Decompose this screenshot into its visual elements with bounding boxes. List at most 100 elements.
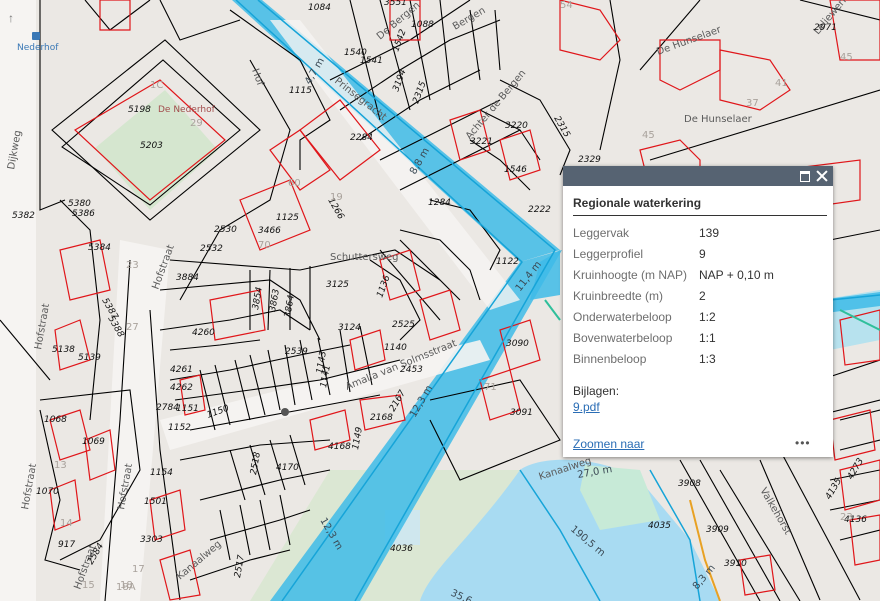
parcel-number: 3303 (140, 535, 163, 545)
parcel-number: 1069 (82, 437, 105, 447)
attribute-label: Leggervak (573, 225, 630, 240)
parcel-number: 4262 (170, 383, 193, 393)
house-number: 27 (126, 322, 139, 333)
place-label-nederhof: Nederhof (17, 43, 59, 53)
parcel-number: 2539 (285, 347, 308, 357)
parcel-number: 5386 (72, 209, 95, 219)
attribute-row: Leggerprofiel 9 (573, 243, 774, 264)
parcel-number: 2222 (528, 205, 551, 215)
house-number: 18A (116, 582, 136, 593)
attribute-value: 2 (699, 288, 706, 303)
more-options-icon[interactable]: ••• (795, 437, 813, 449)
attribute-label: Kruinbreedte (m) (573, 288, 664, 303)
parcel-number: 2284 (350, 133, 373, 143)
parcel-number: 3220 (505, 121, 528, 131)
attribute-label: Binnenbeloop (573, 351, 647, 366)
house-number: 1C (150, 80, 163, 91)
attribute-table: Leggervak 139 Leggerprofiel 9 Kruinhoogte (m… (573, 222, 774, 369)
house-number: 23 (840, 512, 853, 523)
attribute-row: Onderwaterbeloop 1:2 (573, 306, 774, 327)
house-number: 17 (132, 564, 145, 575)
svg-text:Schuttersweg: Schuttersweg (330, 252, 399, 263)
svg-text:De Hunselaer: De Hunselaer (684, 114, 753, 125)
parcel-number: 3910 (724, 559, 747, 569)
parcel-number: 2971 (814, 23, 837, 33)
parcel-number: 3551 (384, 0, 407, 8)
parcel-number: 5380 (68, 199, 91, 209)
parcel-number: 1122 (496, 257, 519, 267)
parcel-number: 4036 (390, 544, 413, 554)
nederhof-marker-icon[interactable] (32, 32, 40, 40)
attribute-label: Leggerprofiel (573, 246, 644, 261)
parcel-number: 2530 (214, 225, 237, 235)
parcel-number: 5203 (140, 141, 163, 151)
house-number: 60 (288, 178, 301, 189)
parcel-number: 3884 (176, 273, 199, 283)
parcel-number: 1152 (168, 423, 191, 433)
parcel-number: 1070 (36, 487, 59, 497)
attribute-row: Kruinbreedte (m) 2 (573, 285, 774, 306)
house-number: 13 (54, 460, 67, 471)
house-number: 37 (746, 98, 759, 109)
house-number: 54 (560, 0, 573, 11)
attribute-row: Bovenwaterbeloop 1:1 (573, 327, 774, 348)
attachment-link[interactable]: 9.pdf (573, 400, 600, 414)
parcel-number: 4261 (170, 365, 193, 375)
parcel-number: 4170 (276, 463, 299, 473)
parcel-number: 3125 (326, 280, 349, 290)
parcel-number: 3221 (470, 137, 493, 147)
house-number: 29 (190, 118, 203, 129)
house-number: 15 (82, 580, 95, 591)
attribute-value: NAP + 0,10 m (699, 267, 774, 282)
attribute-value: 9 (699, 246, 706, 261)
attribute-value: 139 (699, 225, 720, 240)
parcel-number: 5384 (88, 243, 111, 253)
parcel-number: 1151 (176, 404, 199, 414)
location-dot-icon (281, 408, 289, 416)
parcel-number: 5382 (12, 211, 35, 221)
parcel-number: 1501 (144, 497, 167, 507)
maximize-icon[interactable] (797, 168, 813, 184)
house-number: 45 (840, 52, 853, 63)
parcel-number: 1284 (428, 198, 451, 208)
parcel-number: 2525 (392, 320, 415, 330)
parcel-number: 1154 (150, 468, 173, 478)
parcel-number: 5138 (52, 345, 75, 355)
scroll-arrow-icon: ↑ (8, 11, 14, 25)
house-number: 71 (484, 382, 497, 393)
parcel-number: 2532 (200, 244, 223, 254)
popup-header (563, 166, 833, 186)
attachments-label: Bijlagen: (573, 384, 620, 398)
parcel-number: 4168 (328, 442, 351, 452)
attribute-label: Onderwaterbeloop (573, 309, 672, 324)
parcel-number: 1068 (44, 415, 67, 425)
attribute-value: 1:1 (699, 330, 716, 345)
attribute-label: Kruinhoogte (m NAP) (573, 267, 688, 282)
parcel-number: 2784 (156, 403, 179, 413)
parcel-number: 4260 (192, 328, 215, 338)
parcel-number: 3090 (506, 339, 529, 349)
parcel-number: 2453 (400, 365, 423, 375)
house-number: 45 (642, 130, 655, 141)
zoom-to-link[interactable]: Zoomen naar (573, 437, 644, 451)
divider (573, 215, 827, 216)
parcel-number: 3466 (258, 226, 281, 236)
attribute-value: 1:2 (699, 309, 716, 324)
parcel-number: 3091 (510, 408, 533, 418)
parcel-number: 1115 (289, 86, 312, 96)
attribute-row: Leggervak 139 (573, 222, 774, 243)
parcel-number: 3124 (338, 323, 361, 333)
house-number: 23 (126, 260, 139, 271)
popup-title: Regionale waterkering (573, 196, 702, 210)
close-icon[interactable] (814, 168, 830, 184)
attribute-row: Binnenbeloop 1:3 (573, 348, 774, 369)
attribute-label: Bovenwaterbeloop (573, 330, 673, 345)
house-number: 19 (330, 192, 343, 203)
house-number: 41 (775, 78, 788, 89)
parcel-number: 5139 (78, 353, 101, 363)
house-number: 14 (60, 518, 73, 529)
parcel-number: 3909 (706, 525, 729, 535)
parcel-number: 1541 (360, 56, 383, 66)
attribute-value: 1:3 (699, 351, 716, 366)
parcel-number: 4035 (648, 521, 671, 531)
